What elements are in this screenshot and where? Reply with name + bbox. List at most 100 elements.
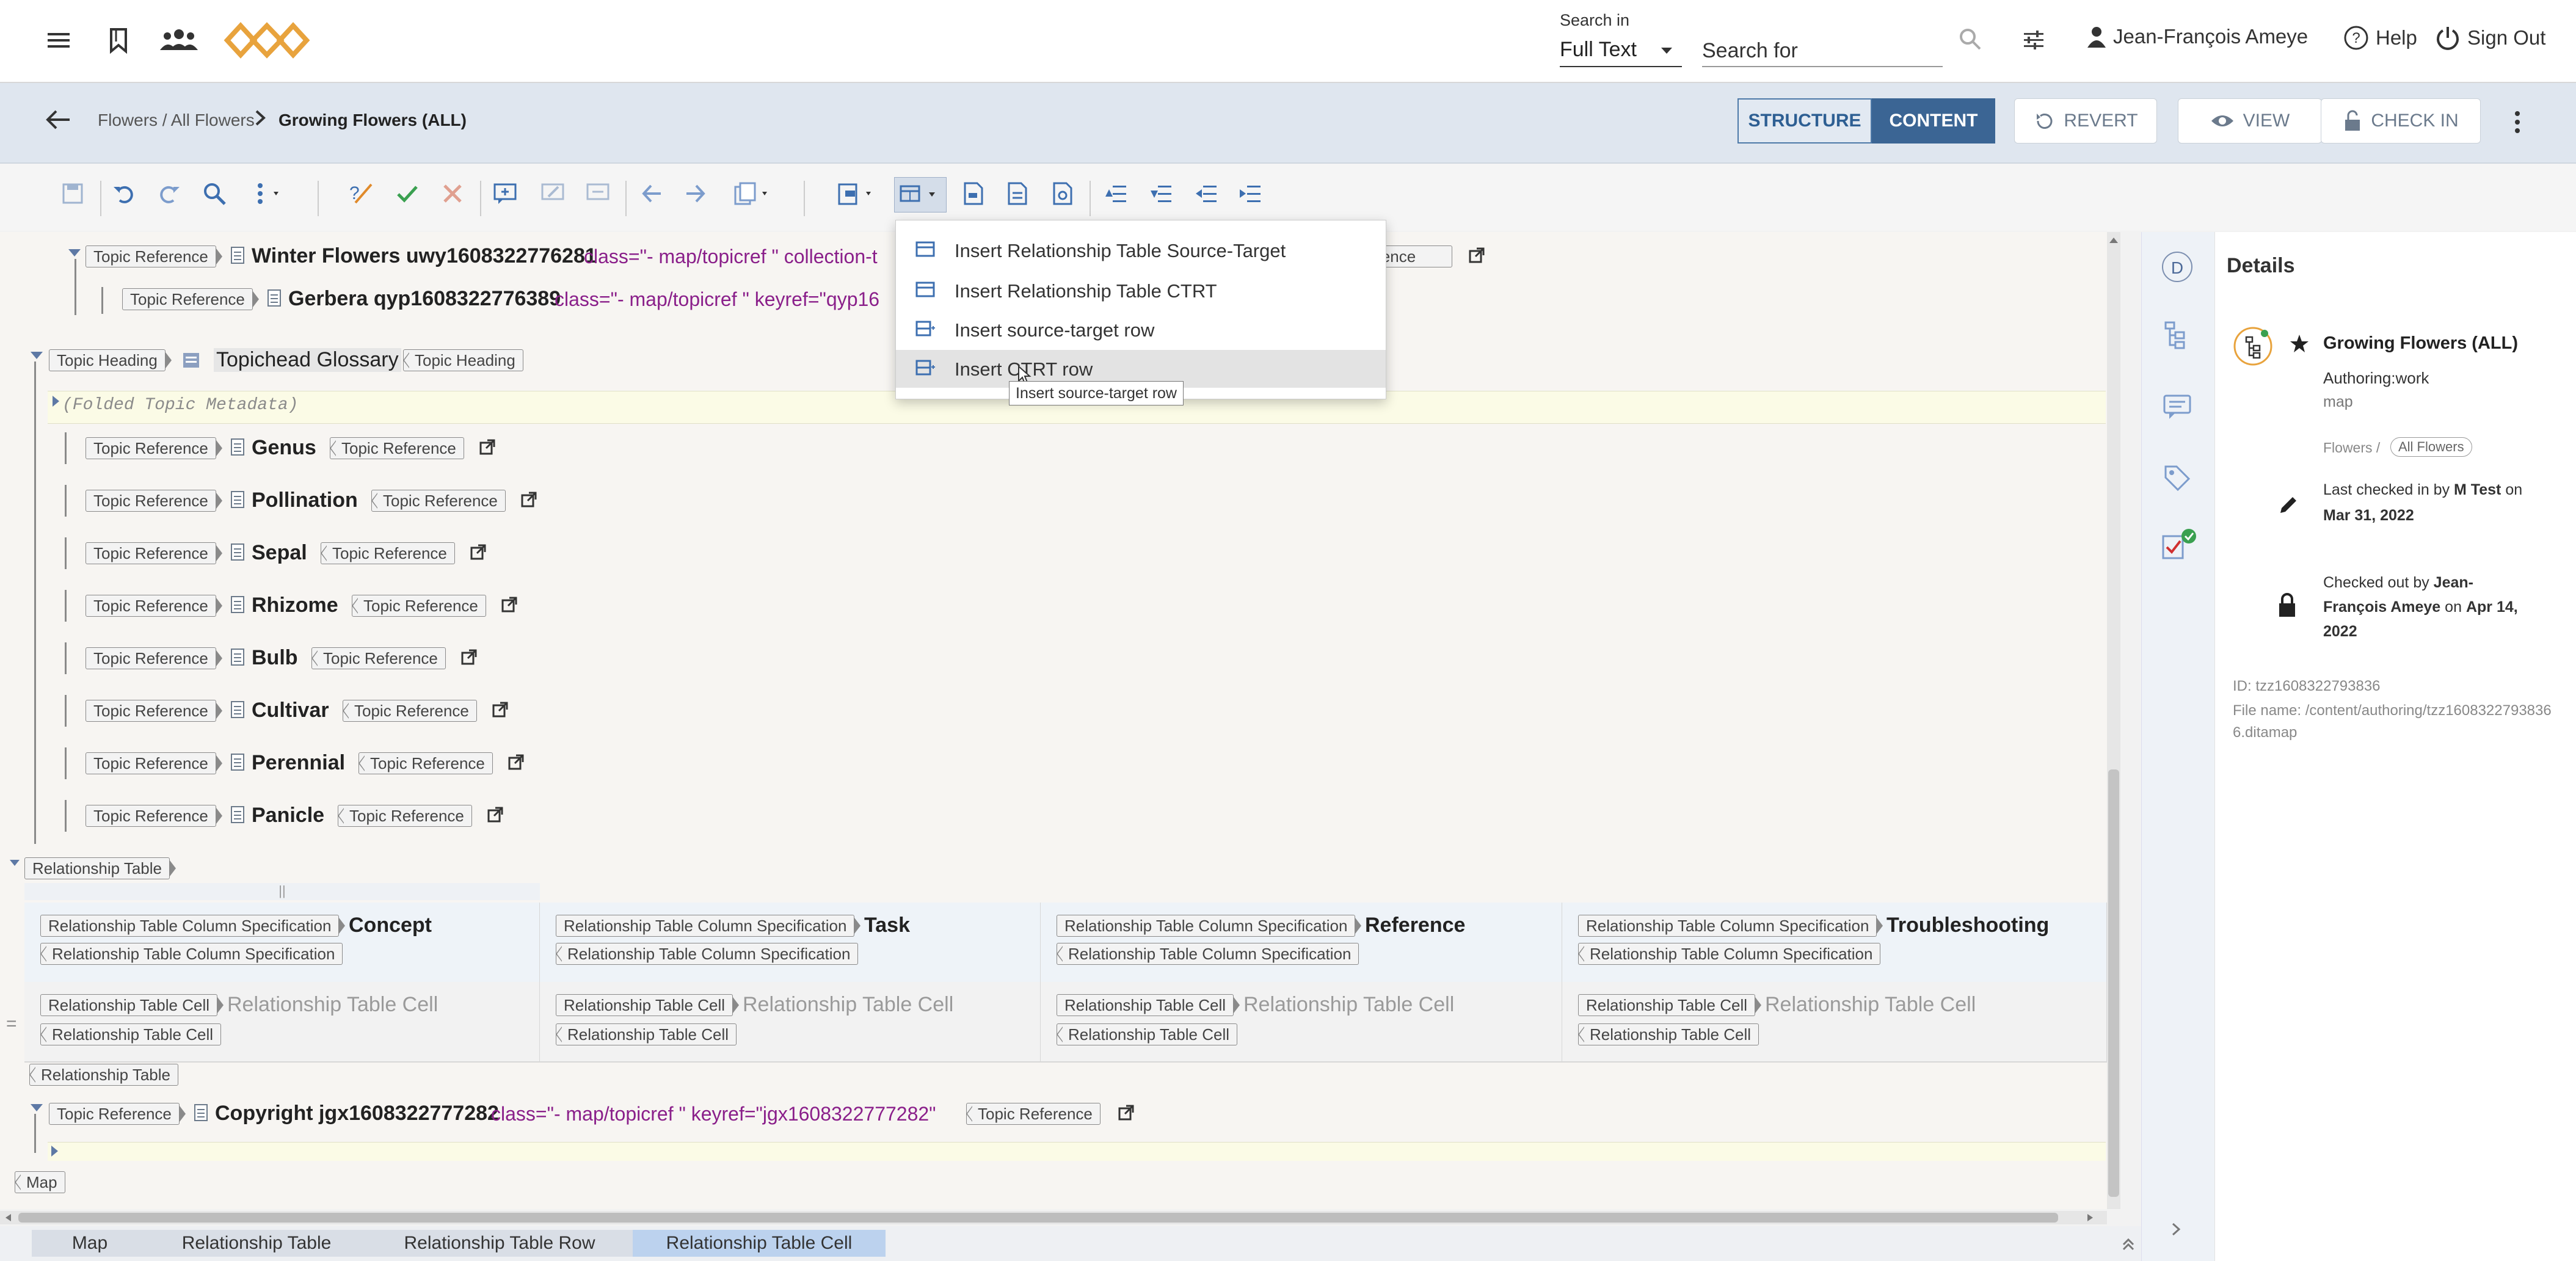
- relationship-column-title[interactable]: Reference: [1365, 914, 1465, 937]
- topic-heading-start-tag[interactable]: Topic Heading: [49, 349, 172, 371]
- structure-view-button[interactable]: STRUCTURE: [1737, 98, 1872, 144]
- scroll-right-icon[interactable]: [2086, 1213, 2095, 1223]
- find-icon[interactable]: [202, 181, 227, 206]
- more-tools-icon[interactable]: [249, 181, 286, 206]
- demote-icon[interactable]: [1237, 181, 1263, 206]
- relationship-cell-placeholder[interactable]: Relationship Table Cell: [227, 993, 438, 1017]
- breadcrumb-parent[interactable]: Flowers / All Flowers: [98, 111, 255, 130]
- topic-title-copyright[interactable]: Copyright jgx1608322777282: [215, 1102, 499, 1125]
- relationship-cell-placeholder[interactable]: Relationship Table Cell: [1765, 993, 1976, 1017]
- bookmarks-icon[interactable]: [101, 23, 136, 57]
- insert-keydef-icon[interactable]: [1049, 181, 1075, 206]
- expand-toggle-icon[interactable]: [51, 1146, 58, 1157]
- relationship-column-title[interactable]: Task: [864, 914, 910, 937]
- scroll-up-icon[interactable]: [2108, 236, 2119, 244]
- redo-icon[interactable]: [156, 181, 182, 206]
- glossary-term-title[interactable]: Panicle: [252, 804, 324, 827]
- topic-reference-start-tag[interactable]: Topic Reference: [86, 437, 222, 459]
- topic-reference-end-tag[interactable]: Topic Reference: [343, 700, 477, 722]
- topic-reference-end-tag[interactable]: Topic Reference: [330, 437, 464, 459]
- topic-reference-start-tag[interactable]: Topic Reference: [86, 595, 222, 617]
- tasks-icon[interactable]: [2159, 528, 2197, 564]
- relationship-cell-end-tag[interactable]: Relationship Table Cell: [40, 1023, 222, 1045]
- glossary-term-title[interactable]: Sepal: [252, 541, 307, 565]
- open-external-icon[interactable]: [508, 754, 525, 771]
- previous-change-icon[interactable]: [639, 181, 664, 206]
- content-view-button[interactable]: CONTENT: [1872, 98, 1995, 144]
- reject-change-icon[interactable]: [440, 181, 465, 206]
- topic-reference-start-tag[interactable]: Topic Reference: [86, 700, 222, 722]
- sign-out-link[interactable]: Sign Out: [2434, 24, 2545, 51]
- path-item-relationship-table[interactable]: Relationship Table: [147, 1230, 366, 1257]
- glossary-term-title[interactable]: Bulb: [252, 646, 298, 670]
- relationship-column-spec-start-tag[interactable]: Relationship Table Column Specification: [40, 915, 346, 937]
- relationship-column-title[interactable]: Concept: [349, 914, 432, 937]
- folder-chip[interactable]: All Flowers: [2390, 437, 2472, 457]
- scroll-left-icon[interactable]: [4, 1213, 12, 1223]
- topic-title-gerbera[interactable]: Gerbera qyp1608322776389: [288, 287, 561, 311]
- glossary-term-title[interactable]: Genus: [252, 436, 316, 460]
- relationship-column-spec-start-tag[interactable]: Relationship Table Column Specification: [556, 915, 861, 937]
- topic-reference-start-tag[interactable]: Topic Reference: [49, 1103, 186, 1125]
- promote-icon[interactable]: [1193, 181, 1219, 206]
- relationship-column-spec-end-tag[interactable]: Relationship Table Column Specification: [1578, 943, 1881, 965]
- next-change-icon[interactable]: [683, 181, 708, 206]
- relationship-column-spec-start-tag[interactable]: Relationship Table Column Specification: [1578, 915, 1883, 937]
- expand-panel-icon[interactable]: [2169, 1220, 2183, 1238]
- insert-element-icon[interactable]: [837, 181, 879, 206]
- topic-reference-start-tag[interactable]: Topic Reference: [122, 288, 259, 310]
- open-external-icon[interactable]: [492, 701, 509, 718]
- open-external-icon[interactable]: [501, 596, 518, 613]
- glossary-term-title[interactable]: Rhizome: [252, 594, 338, 617]
- back-arrow-icon[interactable]: [43, 107, 73, 132]
- open-external-icon[interactable]: [1118, 1104, 1135, 1121]
- relationship-cell-end-tag[interactable]: Relationship Table Cell: [556, 1023, 737, 1045]
- more-options-icon[interactable]: [2511, 109, 2523, 136]
- undo-icon[interactable]: [111, 181, 137, 206]
- move-up-icon[interactable]: [1103, 181, 1129, 206]
- save-icon[interactable]: [60, 181, 86, 206]
- menu-item-insert-source-target-row[interactable]: Insert source-target row: [896, 311, 1386, 349]
- path-item-map[interactable]: Map: [32, 1230, 148, 1257]
- relationship-column-spec-end-tag[interactable]: Relationship Table Column Specification: [1057, 943, 1359, 965]
- user-menu[interactable]: Jean-François Ameye: [2086, 24, 2308, 49]
- open-external-icon[interactable]: [479, 438, 496, 456]
- collapse-toggle-icon[interactable]: [31, 1104, 43, 1111]
- open-external-icon[interactable]: [487, 806, 504, 823]
- check-in-button[interactable]: CHECK IN: [2321, 98, 2481, 144]
- column-resize-handle[interactable]: ||: [24, 883, 540, 900]
- relationship-column-spec-end-tag[interactable]: Relationship Table Column Specification: [556, 943, 859, 965]
- search-scope-select[interactable]: Full Text: [1560, 35, 1682, 67]
- row-drag-handle[interactable]: =: [6, 1014, 17, 1034]
- topichead-title[interactable]: Topichead Glossary: [214, 348, 401, 372]
- search-filters-icon[interactable]: [2021, 28, 2046, 53]
- expand-up-icon[interactable]: [2122, 1237, 2135, 1252]
- open-external-icon[interactable]: [460, 649, 478, 666]
- help-link[interactable]: ? Help: [2343, 24, 2417, 51]
- menu-item-insert-reltable-ctrt[interactable]: Insert Relationship Table CTRT: [896, 272, 1386, 310]
- relationship-cell-start-tag[interactable]: Relationship Table Cell: [40, 994, 224, 1016]
- menu-item-insert-reltable-source-target[interactable]: Insert Relationship Table Source-Target: [896, 231, 1386, 269]
- path-item-relationship-table-row[interactable]: Relationship Table Row: [365, 1230, 634, 1257]
- delete-comment-icon[interactable]: [585, 181, 611, 206]
- details-tab-icon[interactable]: D: [2162, 252, 2192, 282]
- insert-relationship-table-icon[interactable]: [894, 177, 947, 213]
- relationship-cell-start-tag[interactable]: Relationship Table Cell: [556, 994, 740, 1016]
- insert-topichead-icon[interactable]: [1004, 181, 1030, 206]
- tags-icon[interactable]: [2162, 463, 2192, 493]
- topic-reference-end-tag[interactable]: Topic Reference: [371, 490, 506, 512]
- topic-reference-start-tag[interactable]: Topic Reference: [86, 647, 222, 669]
- folded-topic-metadata[interactable]: (Folded Topic Metadata): [62, 396, 298, 415]
- relationship-table-start-tag[interactable]: Relationship Table: [24, 857, 176, 879]
- app-logo[interactable]: [221, 18, 313, 62]
- topic-reference-start-tag[interactable]: Topic Reference: [86, 542, 222, 564]
- topic-reference-start-tag[interactable]: Topic Reference: [86, 752, 222, 774]
- glossary-term-title[interactable]: Cultivar: [252, 699, 329, 722]
- relationship-column-spec-start-tag[interactable]: Relationship Table Column Specification: [1057, 915, 1362, 937]
- topic-reference-start-tag[interactable]: Topic Reference: [86, 805, 222, 827]
- topic-reference-start-tag[interactable]: Topic Reference: [86, 490, 222, 512]
- move-down-icon[interactable]: [1148, 181, 1174, 206]
- collapse-toggle-icon[interactable]: [31, 352, 43, 359]
- glossary-term-title[interactable]: Perennial: [252, 751, 345, 775]
- teams-icon[interactable]: [158, 23, 200, 57]
